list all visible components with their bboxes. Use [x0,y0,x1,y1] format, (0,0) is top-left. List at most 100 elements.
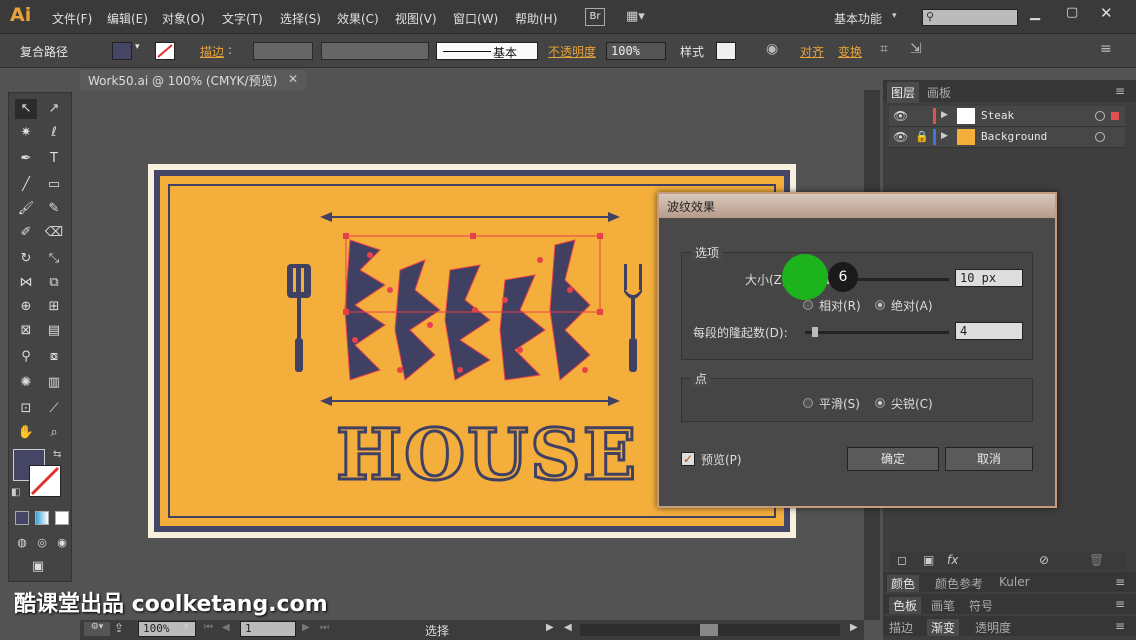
trash-icon[interactable]: 🗑 [1089,553,1104,567]
gradient-mode-icon[interactable] [35,511,49,525]
tab-symbols[interactable]: 符号 [969,597,993,614]
preview-checkbox[interactable]: ✓ [681,452,695,466]
zoom-menu-icon[interactable]: ⚙▾ [84,622,110,636]
fill-swatch[interactable] [112,42,132,60]
perspective-grid-tool-icon[interactable]: ⊞ [43,297,65,317]
ok-button[interactable]: 确定 [847,447,939,471]
target-icon[interactable] [1095,132,1105,142]
horizontal-scrollbar[interactable] [580,624,840,636]
direct-selection-tool-icon[interactable]: ↗ [43,99,65,119]
layers-menu-icon[interactable]: ≡ [1115,84,1125,98]
fx-icon[interactable]: fx [947,553,958,567]
share-icon[interactable]: ⇪ [114,621,124,635]
draw-normal-icon[interactable]: ◍ [11,533,33,553]
swap-colors-icon[interactable]: ⇆ [53,449,61,460]
scroll-thumb[interactable] [700,624,718,636]
selection-tool-icon[interactable]: ↖ [15,99,37,119]
fill-dropdown-icon[interactable]: ▾ [135,42,140,52]
artboard-field[interactable]: 1 [240,621,296,637]
lasso-tool-icon[interactable]: ℓ [43,123,65,143]
status-menu-icon[interactable]: ▶ [546,622,554,633]
visibility-eye-icon[interactable]: 👁 [893,109,908,123]
close-tab-icon[interactable]: ✕ [288,72,298,86]
menu-file[interactable]: 文件(F) [52,10,92,27]
size-field[interactable]: 10 px [955,269,1023,287]
locate-object-icon[interactable]: ◻ [897,553,907,567]
variable-width-profile[interactable] [321,42,429,60]
swatches-panel-menu-icon[interactable]: ≡ [1115,597,1125,611]
graph-tool-icon[interactable]: ▥ [43,373,65,393]
smooth-radio[interactable] [803,398,813,408]
color-panel-menu-icon[interactable]: ≡ [1115,575,1125,589]
tab-transparency[interactable]: 透明度 [975,619,1011,636]
rotate-tool-icon[interactable]: ↻ [15,249,37,269]
graphic-style-swatch[interactable] [716,42,736,60]
opacity-label[interactable]: 不透明度 [548,43,596,60]
blob-brush-tool-icon[interactable]: ✐ [15,223,37,243]
maximize-button[interactable]: ▢ [1066,5,1078,20]
tab-artboards[interactable]: 画板 [927,84,951,101]
rectangle-tool-icon[interactable]: ▭ [43,175,65,195]
none-mode-icon[interactable] [55,511,69,525]
first-artboard-icon[interactable]: ⏮ [204,622,213,633]
layer-row-background[interactable]: 👁 🔒 ▶ Background [889,127,1125,148]
type-tool-icon[interactable]: T [43,149,65,169]
artboard-tool-icon[interactable]: ⊡ [15,399,37,419]
tab-color-guide[interactable]: 颜色参考 [935,575,983,592]
draw-behind-icon[interactable]: ◎ [31,533,53,553]
slice-tool-icon[interactable]: ⟋ [43,399,65,419]
stroke-color-box[interactable] [29,465,61,497]
scroll-left-icon[interactable]: ◀ [564,622,572,633]
menu-object[interactable]: 对象(O) [162,10,205,27]
make-clipping-mask-icon[interactable]: ▣ [923,553,934,567]
zoom-tool-icon[interactable]: ⌕ [43,423,65,443]
menu-help[interactable]: 帮助(H) [515,10,557,27]
recolor-icon[interactable]: ◉ [766,41,778,57]
relative-radio[interactable] [803,300,813,310]
menu-edit[interactable]: 编辑(E) [107,10,148,27]
minimize-button[interactable]: ▁ [1030,6,1040,21]
opacity-field[interactable]: 100% [606,42,666,60]
paintbrush-tool-icon[interactable]: 🖌 [15,199,37,219]
eraser-tool-icon[interactable]: ⌫ [43,223,65,243]
menu-type[interactable]: 文字(T) [222,10,263,27]
pen-tool-icon[interactable]: ✒ [15,149,37,169]
magic-wand-tool-icon[interactable]: ✷ [15,123,37,143]
tab-brushes[interactable]: 画笔 [931,597,955,614]
search-input[interactable]: ⚲ [922,9,1018,26]
brush-definition[interactable]: 基本 [436,42,538,60]
menu-window[interactable]: 窗口(W) [453,10,498,27]
tab-gradient[interactable]: 渐变 [927,619,960,636]
stroke-swatch[interactable] [155,42,175,60]
menu-view[interactable]: 视图(V) [395,10,437,27]
cancel-button[interactable]: 取消 [945,447,1033,471]
draw-inside-icon[interactable]: ◉ [51,533,73,553]
scroll-right-icon[interactable]: ▶ [850,622,858,633]
menu-select[interactable]: 选择(S) [280,10,321,27]
stroke-label[interactable]: 描边 [200,43,224,60]
document-tab[interactable]: Work50.ai @ 100% (CMYK/预览) ✕ [80,70,306,90]
symbol-sprayer-tool-icon[interactable]: ✺ [15,373,37,393]
tab-stroke[interactable]: 描边 [889,619,913,636]
arrange-docs-icon[interactable]: ▦▾ [626,9,654,25]
target-icon[interactable] [1095,111,1105,121]
shape-builder-tool-icon[interactable]: ⊕ [15,297,37,317]
visibility-eye-icon[interactable]: 👁 [893,130,908,144]
last-artboard-icon[interactable]: ⏭ [320,622,329,633]
isolate-icon[interactable]: ⌗ [880,41,888,57]
line-tool-icon[interactable]: ╱ [15,175,37,195]
width-tool-icon[interactable]: ⋈ [15,273,37,293]
menu-effect[interactable]: 效果(C) [337,10,379,27]
ridges-field[interactable]: 4 [955,322,1023,340]
lock-icon[interactable]: 🔒 [915,130,929,143]
eyedropper-tool-icon[interactable]: ⚲ [15,347,37,367]
mesh-tool-icon[interactable]: ⊠ [15,321,37,341]
workspace-switcher[interactable]: 基本功能 [834,10,882,27]
free-transform-tool-icon[interactable]: ⧉ [43,273,65,293]
stroke-panel-menu-icon[interactable]: ≡ [1115,619,1125,633]
hand-tool-icon[interactable]: ✋ [15,423,37,443]
transform-label[interactable]: 变换 [838,43,862,60]
expand-arrow-icon[interactable]: ▶ [941,131,948,141]
zoom-dropdown-icon[interactable]: ▾ [184,622,189,632]
tab-layers[interactable]: 图层 [887,82,920,103]
